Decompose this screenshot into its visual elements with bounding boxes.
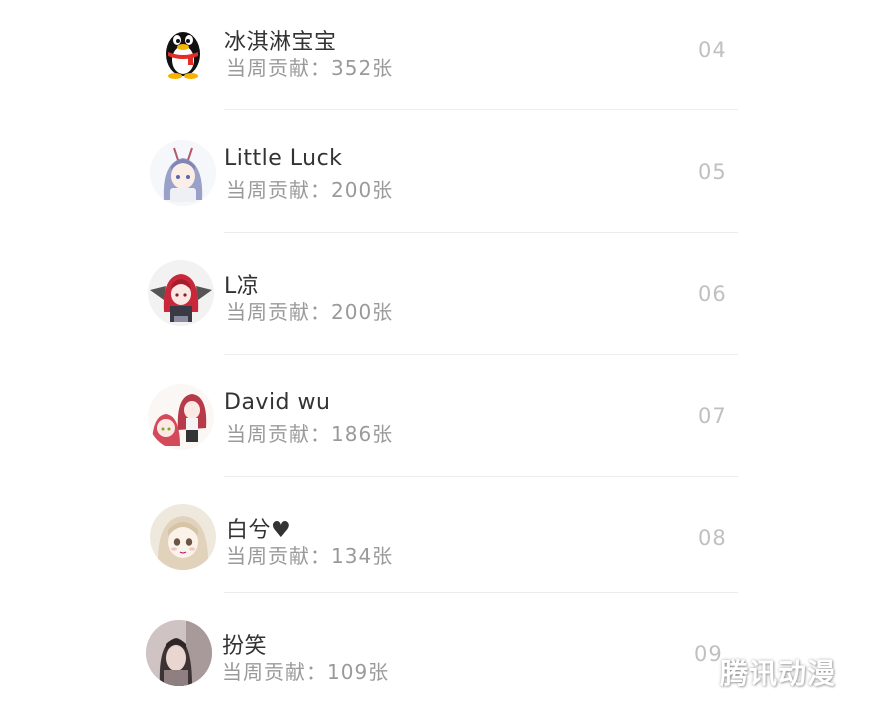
weekly-contribution: 当周贡献：200张 [226, 300, 394, 324]
user-name: Little Luck [224, 146, 343, 171]
ranking-row[interactable]: David wu 当周贡献：186张 07 [0, 366, 880, 486]
ranking-row[interactable]: 白兮♥ 当周贡献：134张 08 [0, 488, 880, 608]
weekly-contribution: 当周贡献：186张 [226, 422, 394, 446]
weekly-contribution: 当周贡献：200张 [226, 178, 394, 202]
rank-number: 05 [698, 160, 727, 184]
divider [224, 354, 738, 355]
weekly-contribution: 当周贡献：134张 [226, 544, 394, 568]
rank-number: 09 [694, 642, 723, 666]
anime-girl-avatar-icon[interactable] [148, 384, 214, 450]
divider [224, 476, 738, 477]
watermark-logo: 腾讯动漫 [720, 657, 837, 690]
weekly-contribution: 当周贡献：109张 [222, 660, 390, 684]
photo-avatar-icon[interactable] [146, 620, 212, 686]
rank-number: 04 [698, 38, 727, 62]
anime-girl-avatar-icon[interactable] [148, 260, 214, 326]
weekly-contribution: 当周贡献：352张 [226, 56, 394, 80]
divider [224, 232, 738, 233]
divider [224, 109, 738, 110]
divider [224, 592, 738, 593]
ranking-row[interactable]: 冰淇淋宝宝 当周贡献：352张 04 [0, 0, 880, 120]
ranking-row[interactable]: L凉 当周贡献：200张 06 [0, 244, 880, 364]
anime-girl-avatar-icon[interactable] [150, 504, 216, 570]
rank-number: 08 [698, 526, 727, 550]
user-name: David wu [224, 390, 331, 415]
ranking-row[interactable]: Little Luck 当周贡献：200张 05 [0, 122, 880, 242]
rank-number: 06 [698, 282, 727, 306]
contribution-ranking-list: 冰淇淋宝宝 当周贡献：352张 04 Little Luck 当周贡献：200张… [0, 0, 880, 714]
penguin-avatar-icon[interactable] [150, 16, 216, 82]
rank-number: 07 [698, 404, 727, 428]
anime-girl-avatar-icon[interactable] [150, 140, 216, 206]
